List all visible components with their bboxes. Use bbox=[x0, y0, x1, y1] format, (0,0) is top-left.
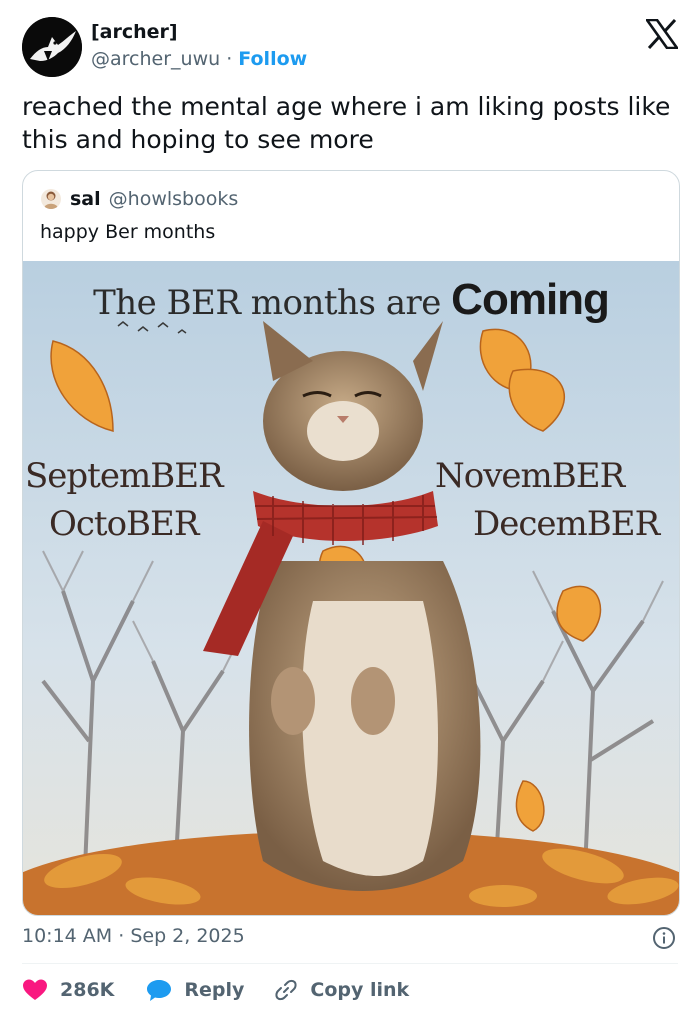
quoted-tweet-image[interactable]: The BER months are Coming SeptemBER Octo… bbox=[23, 261, 679, 915]
tweet-actions: 286K Reply Copy link bbox=[22, 975, 409, 1005]
meme-title-coming: Coming bbox=[451, 275, 610, 324]
copy-link-label: Copy link bbox=[310, 979, 410, 1001]
separator-dot: · bbox=[226, 48, 233, 70]
quoted-tweet[interactable]: sal @howlsbooks happy Ber months The BER… bbox=[22, 170, 680, 916]
autumn-cat-illustration bbox=[23, 261, 679, 915]
month-label-september: SeptemBER bbox=[25, 456, 224, 496]
person-avatar-icon bbox=[44, 191, 58, 209]
heart-icon bbox=[23, 979, 47, 1000]
reply-button[interactable]: Reply bbox=[146, 978, 244, 1002]
like-button[interactable]: 286K bbox=[22, 978, 114, 1002]
month-label-december: DecemBER bbox=[473, 504, 660, 544]
tweet-header: [archer] @archer_uwu · Follow bbox=[0, 0, 700, 90]
quoted-tweet-text: happy Ber months bbox=[40, 221, 216, 243]
author-display-name[interactable]: [archer] bbox=[91, 21, 178, 43]
x-logo-icon[interactable] bbox=[646, 19, 678, 49]
tweet-text: reached the mental age where i am liking… bbox=[22, 92, 671, 154]
speech-bubble-icon bbox=[147, 980, 172, 1001]
tweet-timestamp: 10:14 AM · Sep 2, 2025 bbox=[22, 925, 678, 953]
like-count: 286K bbox=[60, 979, 115, 1001]
meme-title: The BER months are Coming bbox=[23, 275, 679, 325]
quoted-tweet-header: sal @howlsbooks bbox=[41, 187, 238, 211]
quoted-author-avatar[interactable] bbox=[41, 189, 61, 209]
reply-label: Reply bbox=[184, 979, 245, 1001]
quoted-author-name[interactable]: sal bbox=[70, 188, 101, 210]
follow-button[interactable]: Follow bbox=[238, 48, 307, 70]
author-handle-row: @archer_uwu · Follow bbox=[91, 48, 307, 70]
meme-title-prefix: The BER months are bbox=[93, 283, 441, 323]
copy-link-button[interactable]: Copy link bbox=[274, 978, 409, 1002]
bird-silhouette-icon bbox=[22, 17, 82, 77]
quoted-author-handle[interactable]: @howlsbooks bbox=[109, 188, 239, 210]
timestamp-dot: · bbox=[118, 925, 125, 947]
month-label-november: NovemBER bbox=[435, 456, 625, 496]
author-avatar[interactable] bbox=[22, 17, 82, 77]
tweet-time[interactable]: 10:14 AM bbox=[22, 925, 112, 947]
author-handle[interactable]: @archer_uwu bbox=[91, 48, 220, 70]
month-label-october: OctoBER bbox=[49, 504, 199, 544]
link-icon bbox=[275, 979, 297, 1001]
tweet-date[interactable]: Sep 2, 2025 bbox=[130, 925, 244, 947]
info-icon[interactable] bbox=[652, 926, 676, 950]
divider bbox=[22, 963, 678, 964]
